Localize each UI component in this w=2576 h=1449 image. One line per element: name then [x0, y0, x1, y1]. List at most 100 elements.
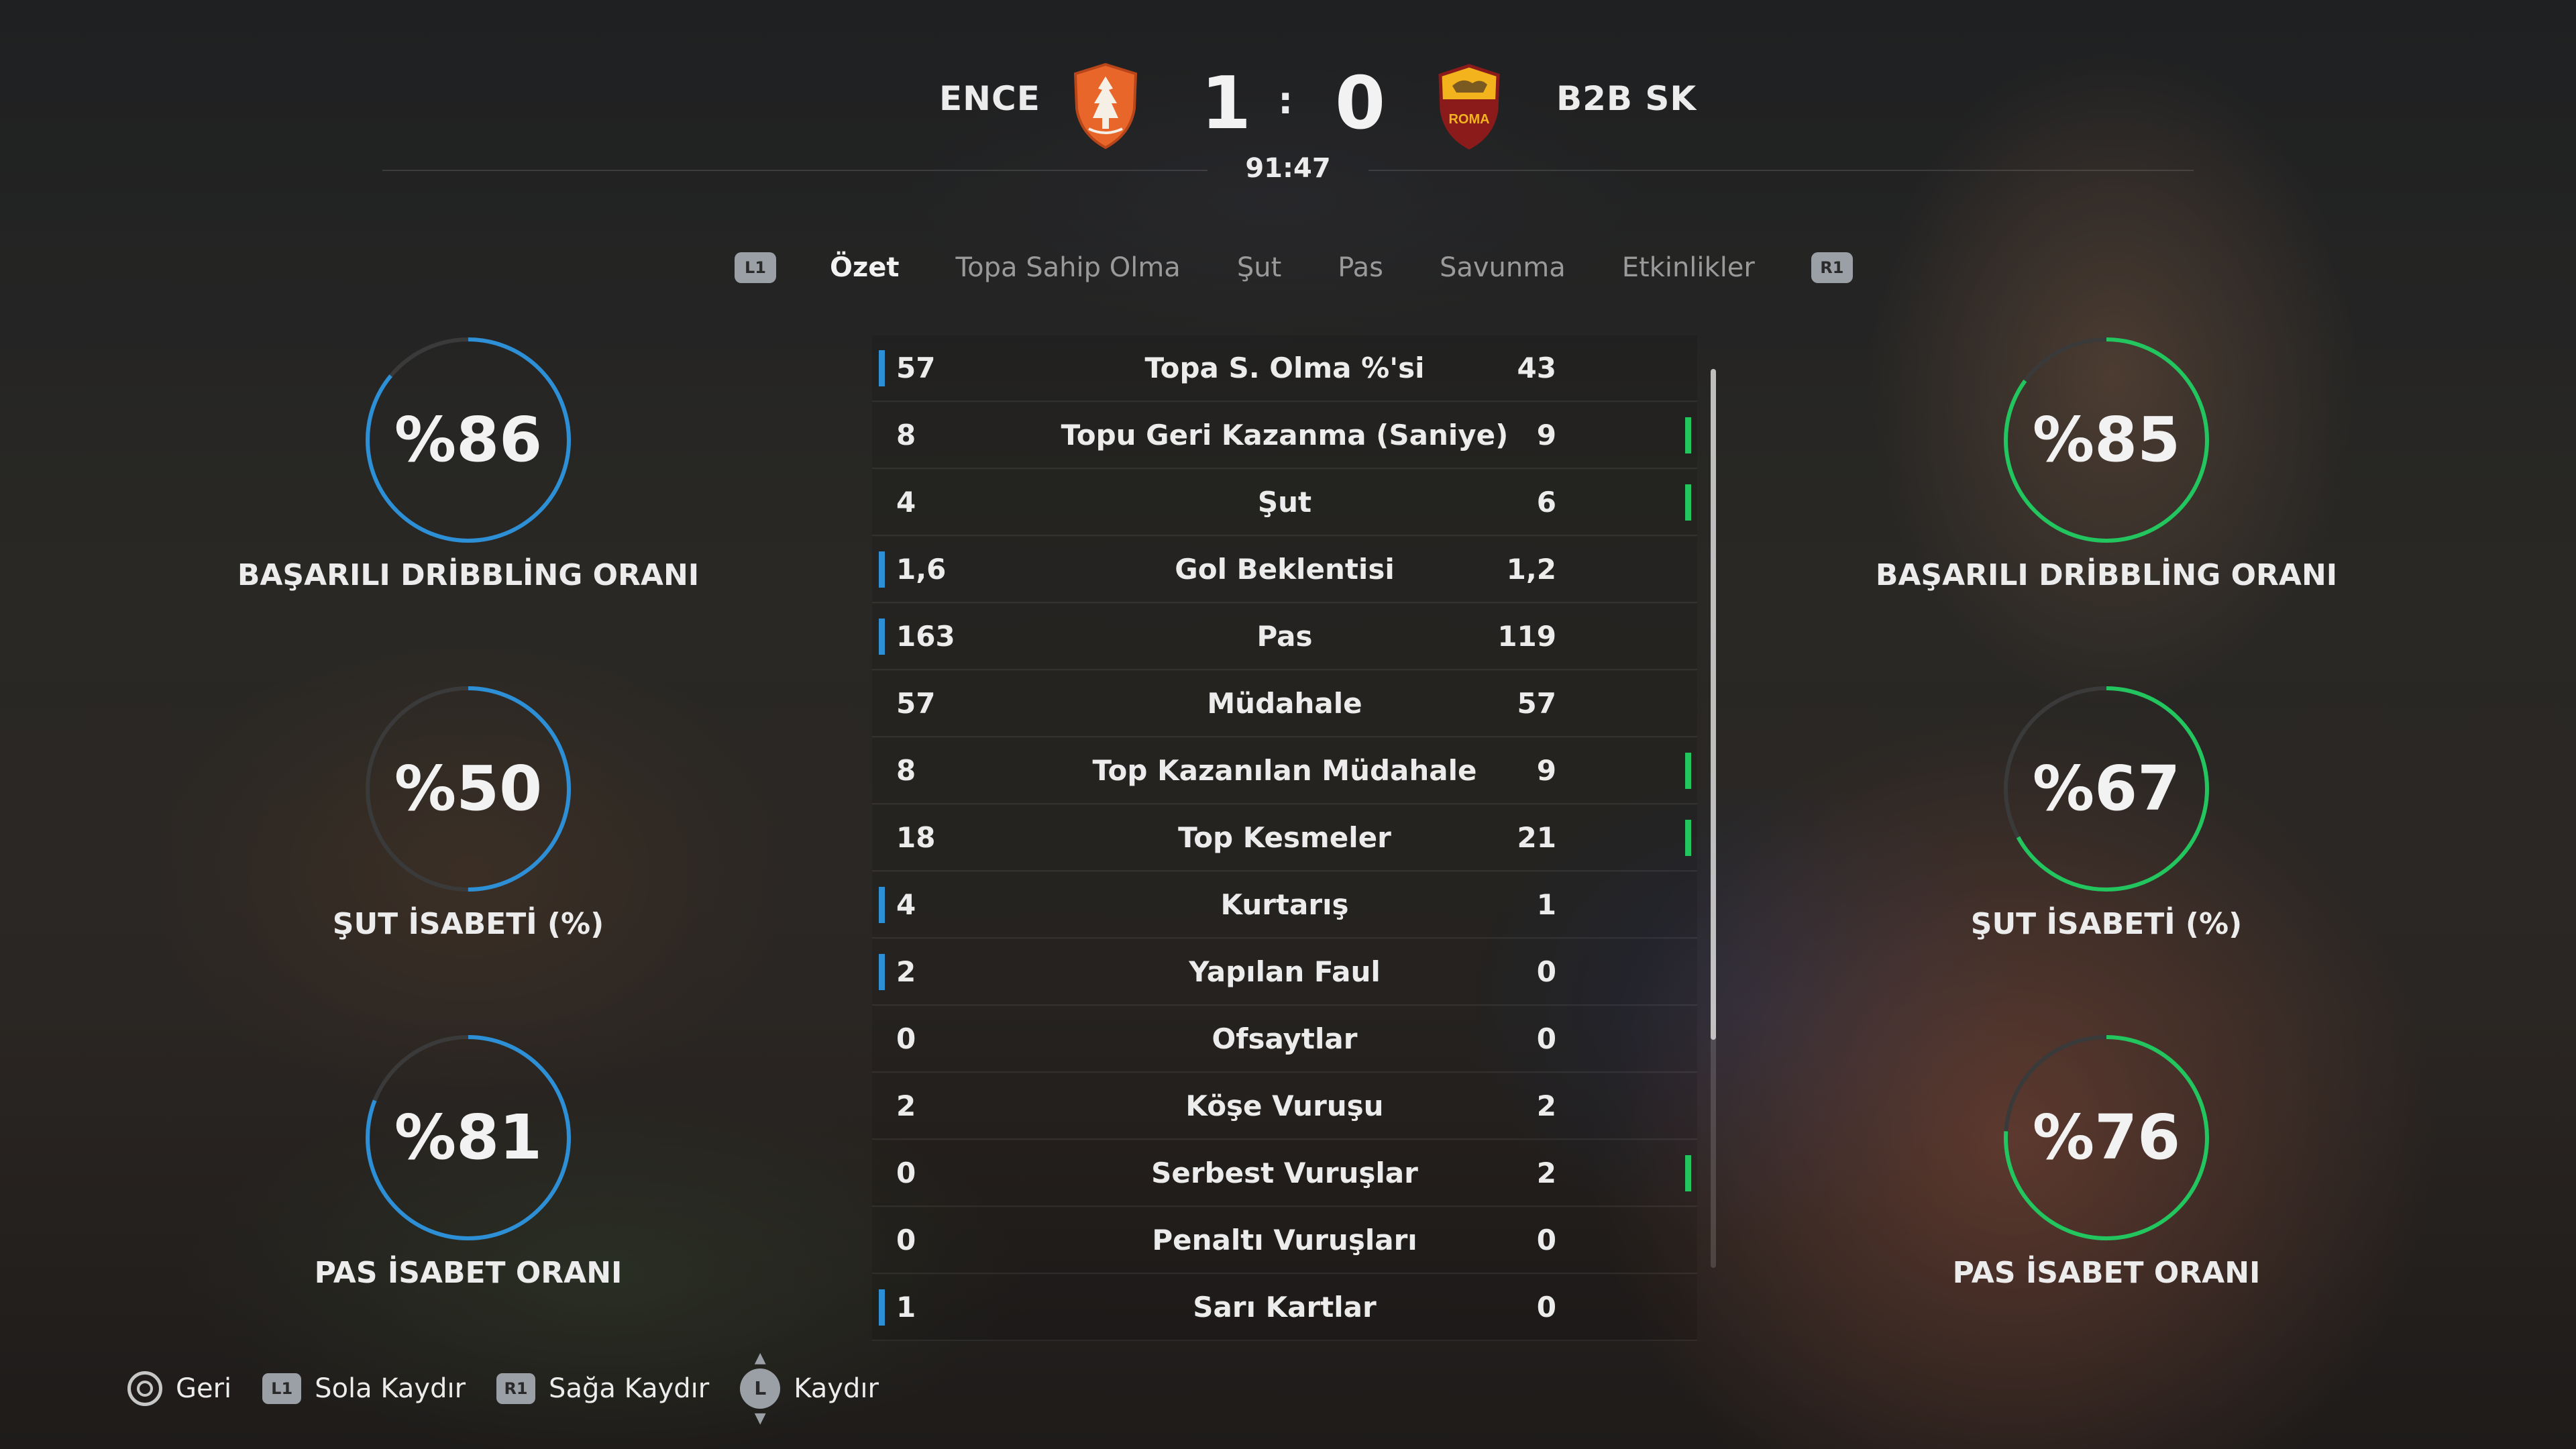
scroll-right-prompt[interactable]: R1 Sağa Kaydır [496, 1373, 709, 1404]
l1-button-icon: L1 [262, 1373, 302, 1404]
away-pass-accuracy-ring: %76 [1999, 1030, 2214, 1245]
tab-topa-sahip-olma[interactable]: Topa Sahip Olma [956, 252, 1181, 283]
home-team-name: ENCE [939, 79, 1040, 118]
stat-row: 1 Sarı Kartlar 0 [872, 1275, 1697, 1341]
stat-label: Şut [1257, 486, 1312, 519]
left-stick-letter: L [754, 1377, 767, 1399]
away-team-name: B2B SK [1556, 79, 1697, 118]
score-separator: : [1278, 79, 1293, 123]
button-prompts: Geri L1 Sola Kaydır R1 Sağa Kaydır ▲ L ▼… [127, 1351, 910, 1426]
tab-ozet[interactable]: Özet [830, 252, 900, 283]
away-dribbling-value: %85 [2032, 404, 2181, 476]
scroll-left-label: Sola Kaydır [315, 1373, 466, 1404]
tab-sut[interactable]: Şut [1237, 252, 1281, 283]
away-stat-value: 1 [1536, 888, 1556, 921]
stats-tabs: L1 Özet Topa Sahip Olma Şut Pas Savunma … [735, 244, 1853, 291]
scroll-right-label: Sağa Kaydır [549, 1373, 710, 1404]
away-stat-value: 119 [1497, 620, 1556, 653]
away-lead-bar [1685, 484, 1691, 521]
away-dribbling-label: BAŞARILI DRİBBLİNG ORANI [1875, 558, 2338, 592]
stat-row: 163 Pas 119 [872, 604, 1697, 670]
stat-label: Top Kazanılan Müdahale [1092, 754, 1477, 787]
stat-label: Müdahale [1207, 687, 1362, 720]
away-stat-value: 21 [1517, 821, 1556, 854]
stat-row: 2 Köşe Vuruşu 2 [872, 1073, 1697, 1140]
away-lead-bar [1685, 417, 1691, 453]
away-score: 0 [1335, 62, 1386, 146]
stick-down-arrow-icon: ▼ [754, 1410, 766, 1427]
stat-label: Yapılan Faul [1189, 955, 1381, 988]
away-shot-accuracy-value: %67 [2032, 753, 2181, 824]
home-pass-accuracy-ring: %81 [361, 1030, 576, 1245]
stat-row: 8 Topu Geri Kazanma (Saniye) 9 [872, 402, 1697, 469]
scroll-left-prompt[interactable]: L1 Sola Kaydır [262, 1373, 466, 1404]
stat-row: 8 Top Kazanılan Müdahale 9 [872, 738, 1697, 804]
tab-etkinlikler[interactable]: Etkinlikler [1622, 252, 1755, 283]
back-prompt[interactable]: Geri [127, 1371, 231, 1406]
stat-row: 1,6 Gol Beklentisi 1,2 [872, 537, 1697, 603]
home-pass-accuracy-label: PAS İSABET ORANI [314, 1256, 623, 1290]
stat-label: Topu Geri Kazanma (Saniye) [1061, 419, 1509, 451]
stat-label: Topa S. Olma %'si [1144, 352, 1425, 384]
home-dribbling-ring: %86 [361, 333, 576, 547]
back-label: Geri [176, 1373, 232, 1404]
away-stat-value: 9 [1536, 754, 1556, 787]
roma-crest-text: ROMA [1448, 112, 1489, 127]
match-clock: 91:47 [1245, 153, 1331, 184]
home-pass-accuracy-value: %81 [394, 1102, 543, 1173]
stat-label: Gol Beklentisi [1175, 553, 1395, 586]
away-lead-bar [1685, 820, 1691, 856]
l1-button-icon[interactable]: L1 [735, 252, 776, 283]
header-divider-right [1368, 170, 2194, 171]
ence-crest-icon [1073, 62, 1138, 150]
stat-row: 0 Ofsaytlar 0 [872, 1006, 1697, 1073]
stat-row: 2 Yapılan Faul 0 [872, 939, 1697, 1006]
stat-label: Köşe Vuruşu [1185, 1089, 1384, 1122]
left-stick-icon: ▲ L ▼ [740, 1351, 781, 1426]
r1-button-icon: R1 [496, 1373, 536, 1404]
scroll-prompt[interactable]: ▲ L ▼ Kaydır [740, 1351, 879, 1426]
tab-pas[interactable]: Pas [1338, 252, 1383, 283]
stat-label: Serbest Vuruşlar [1151, 1157, 1418, 1189]
stat-row: 4 Şut 6 [872, 470, 1697, 536]
away-stat-value: 57 [1517, 687, 1556, 720]
r1-button-icon[interactable]: R1 [1811, 252, 1853, 283]
away-pass-accuracy-label: PAS İSABET ORANI [1952, 1256, 2261, 1290]
away-dribbling-ring: %85 [1999, 333, 2214, 547]
stat-row: 0 Serbest Vuruşlar 2 [872, 1140, 1697, 1207]
stat-label: Sarı Kartlar [1193, 1291, 1377, 1324]
home-shot-accuracy-label: ŞUT İSABETİ (%) [332, 907, 604, 941]
home-dribbling-value: %86 [394, 404, 543, 476]
away-stat-value: 2 [1536, 1157, 1556, 1189]
away-shot-accuracy-ring: %67 [1999, 682, 2214, 896]
away-stat-value: 0 [1536, 1224, 1556, 1256]
stat-row: 18 Top Kesmeler 21 [872, 805, 1697, 871]
away-stat-value: 0 [1536, 1022, 1556, 1055]
stick-up-arrow-icon: ▲ [754, 1350, 766, 1366]
home-dribbling-label: BAŞARILI DRİBBLİNG ORANI [237, 558, 700, 592]
away-stat-value: 9 [1536, 419, 1556, 451]
stat-label: Kurtarış [1220, 888, 1349, 921]
stat-row: 4 Kurtarış 1 [872, 872, 1697, 938]
stat-label: Pas [1256, 620, 1313, 653]
stat-label: Top Kesmeler [1178, 821, 1391, 854]
away-stat-value: 0 [1536, 955, 1556, 988]
tab-savunma[interactable]: Savunma [1440, 252, 1566, 283]
stat-row: 57 Topa S. Olma %'si 43 [872, 335, 1697, 402]
home-shot-accuracy-ring: %50 [361, 682, 576, 896]
stat-row: 0 Penaltı Vuruşları 0 [872, 1208, 1697, 1274]
stat-label: Penaltı Vuruşları [1152, 1224, 1417, 1256]
header-divider-left [382, 170, 1208, 171]
stat-row: 57 Müdahale 57 [872, 671, 1697, 737]
scroll-label: Kaydır [794, 1373, 879, 1404]
away-stat-value: 0 [1536, 1291, 1556, 1324]
roma-crest-icon: ROMA [1438, 64, 1500, 150]
stat-label: Ofsaytlar [1212, 1022, 1358, 1055]
away-lead-bar [1685, 753, 1691, 789]
away-stat-value: 43 [1517, 352, 1556, 384]
stats-table: 57 Topa S. Olma %'si 43 8 Topu Geri Kazanma… [872, 335, 1697, 1342]
away-stat-value: 1,2 [1506, 553, 1556, 586]
stats-scrollbar-thumb[interactable] [1711, 369, 1716, 1040]
circle-button-icon [127, 1371, 162, 1406]
away-shot-accuracy-label: ŞUT İSABETİ (%) [1970, 907, 2243, 941]
